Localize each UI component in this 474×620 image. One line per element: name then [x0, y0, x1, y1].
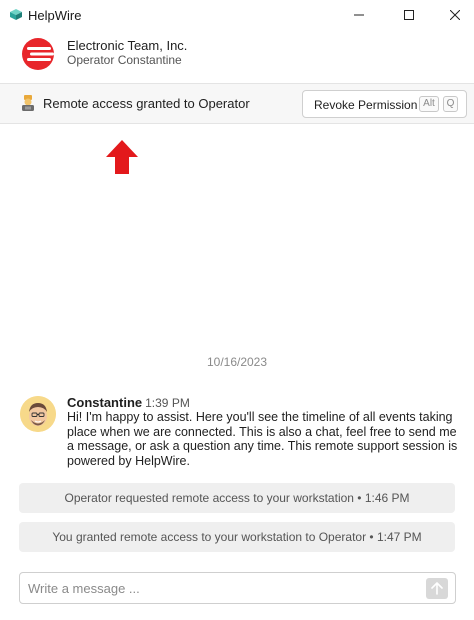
operator-access-icon: [22, 95, 34, 111]
close-button[interactable]: [432, 0, 474, 30]
company-logo-icon: [22, 38, 54, 70]
minimize-button[interactable]: [336, 0, 382, 30]
title-bar: HelpWire: [0, 0, 474, 30]
message-time: 1:39 PM: [145, 396, 190, 410]
company-name: Electronic Team, Inc.: [67, 38, 188, 53]
window-title: HelpWire: [28, 8, 82, 23]
chat-date: 10/16/2023: [206, 355, 268, 369]
access-status-text: Remote access granted to Operator: [43, 96, 250, 111]
message-header: Constantine 1:39 PM: [67, 395, 190, 410]
red-up-arrow-icon: [106, 140, 138, 174]
message-author: Constantine: [67, 395, 143, 410]
helpwire-app-icon: [10, 9, 22, 20]
revoke-permission-button[interactable]: Revoke Permission Alt Q: [302, 90, 467, 118]
revoke-permission-label: Revoke Permission: [314, 98, 418, 112]
shortcut-key-alt: Alt: [419, 96, 439, 112]
maximize-icon: [404, 10, 414, 20]
message-text: Hi! I'm happy to assist. Here you'll see…: [67, 410, 458, 468]
shortcut-key-q: Q: [443, 96, 458, 112]
access-status-banner: Remote access granted to Operator Revoke…: [0, 84, 474, 124]
message-composer: [19, 572, 456, 604]
maximize-button[interactable]: [386, 0, 432, 30]
close-icon: [450, 10, 460, 20]
avatar: [20, 396, 56, 432]
send-arrow-icon: [431, 582, 443, 595]
timeline-event: Operator requested remote access to your…: [19, 483, 455, 513]
send-button[interactable]: [426, 578, 448, 599]
session-header: Electronic Team, Inc. Operator Constanti…: [0, 30, 474, 84]
operator-name: Operator Constantine: [67, 53, 182, 67]
minimize-icon: [354, 14, 364, 16]
message-input[interactable]: [28, 577, 418, 599]
timeline-event: You granted remote access to your workst…: [19, 522, 455, 552]
memoji-avatar-icon: [20, 396, 56, 432]
